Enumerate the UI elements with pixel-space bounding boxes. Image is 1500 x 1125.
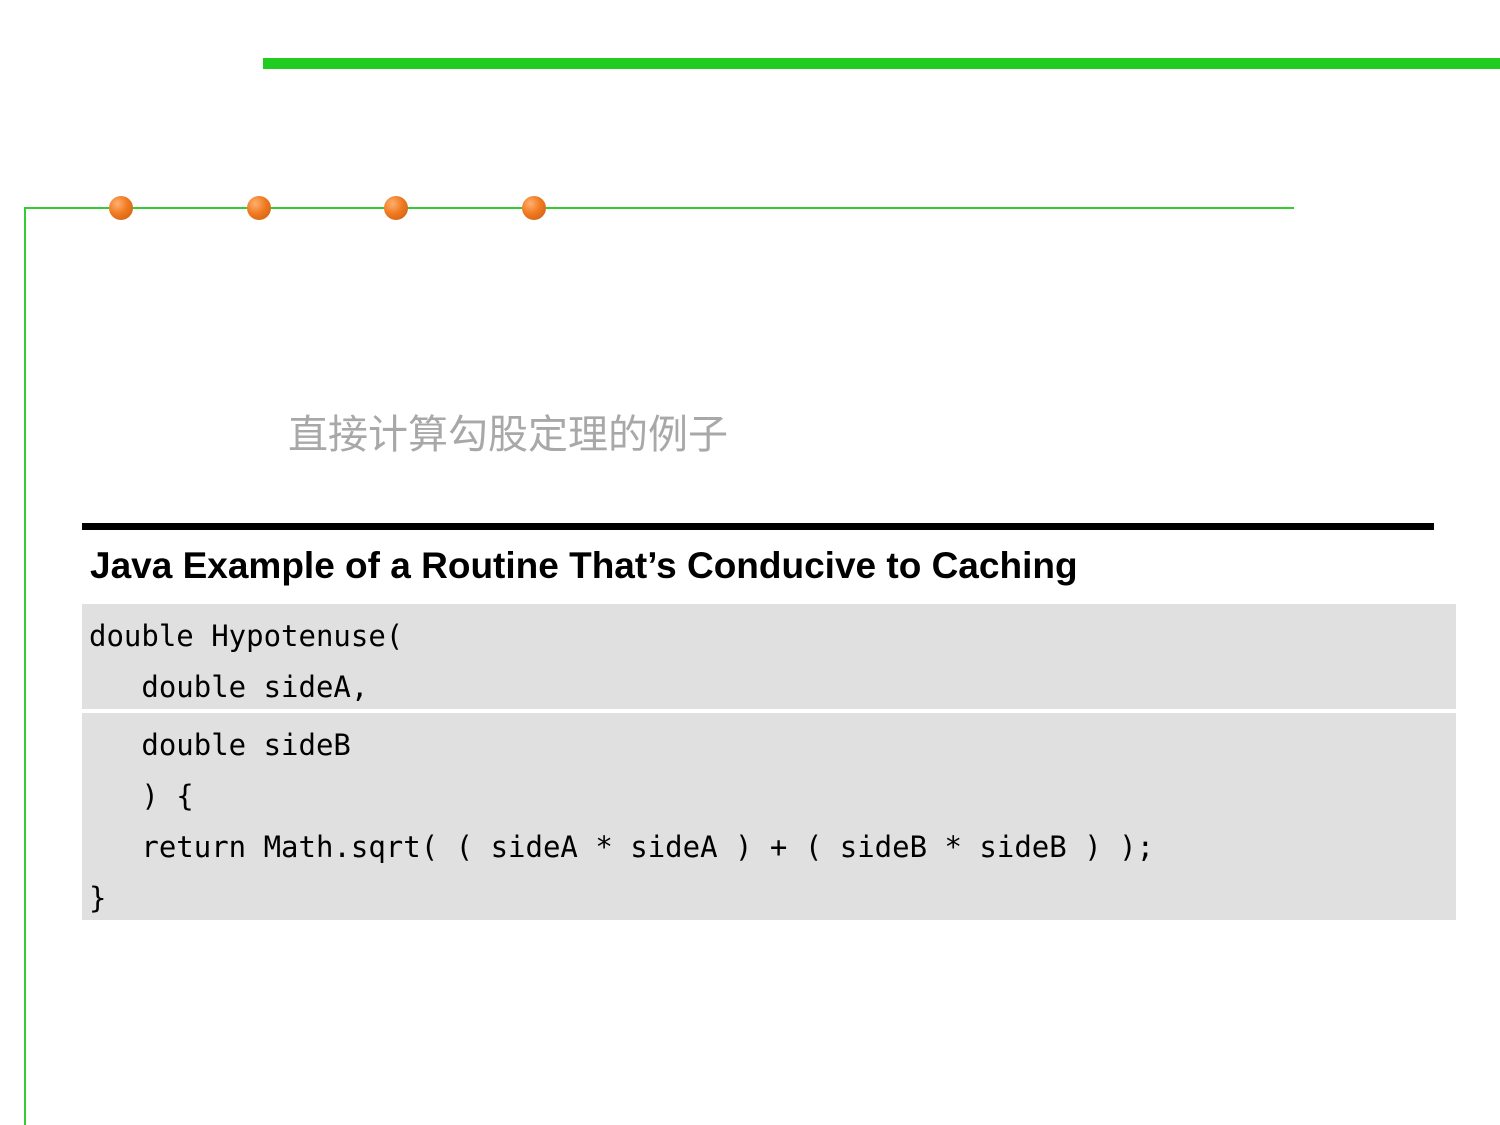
listing-title: Java Example of a Routine That’s Conduci… bbox=[90, 545, 1078, 586]
code-line: } bbox=[89, 881, 107, 915]
slide-subtitle: 直接计算勾股定理的例子 bbox=[288, 412, 728, 458]
orange-bullet-dot-1 bbox=[109, 196, 133, 220]
code-line: double Hypotenuse( bbox=[89, 619, 404, 653]
orange-bullet-dot-2 bbox=[247, 196, 271, 220]
code-line: return Math.sqrt( ( sideA * sideA ) + ( … bbox=[89, 830, 1155, 864]
orange-bullet-dot-3 bbox=[384, 196, 408, 220]
code-line: double sideA, bbox=[89, 670, 369, 704]
top-green-bar bbox=[263, 58, 1500, 69]
code-line: double sideB bbox=[89, 728, 351, 762]
orange-bullet-dot-4 bbox=[522, 196, 546, 220]
code-line: ) { bbox=[89, 779, 194, 813]
horizontal-green-rule bbox=[24, 207, 1294, 209]
listing-top-rule bbox=[82, 523, 1434, 530]
vertical-green-rule bbox=[24, 207, 26, 1125]
